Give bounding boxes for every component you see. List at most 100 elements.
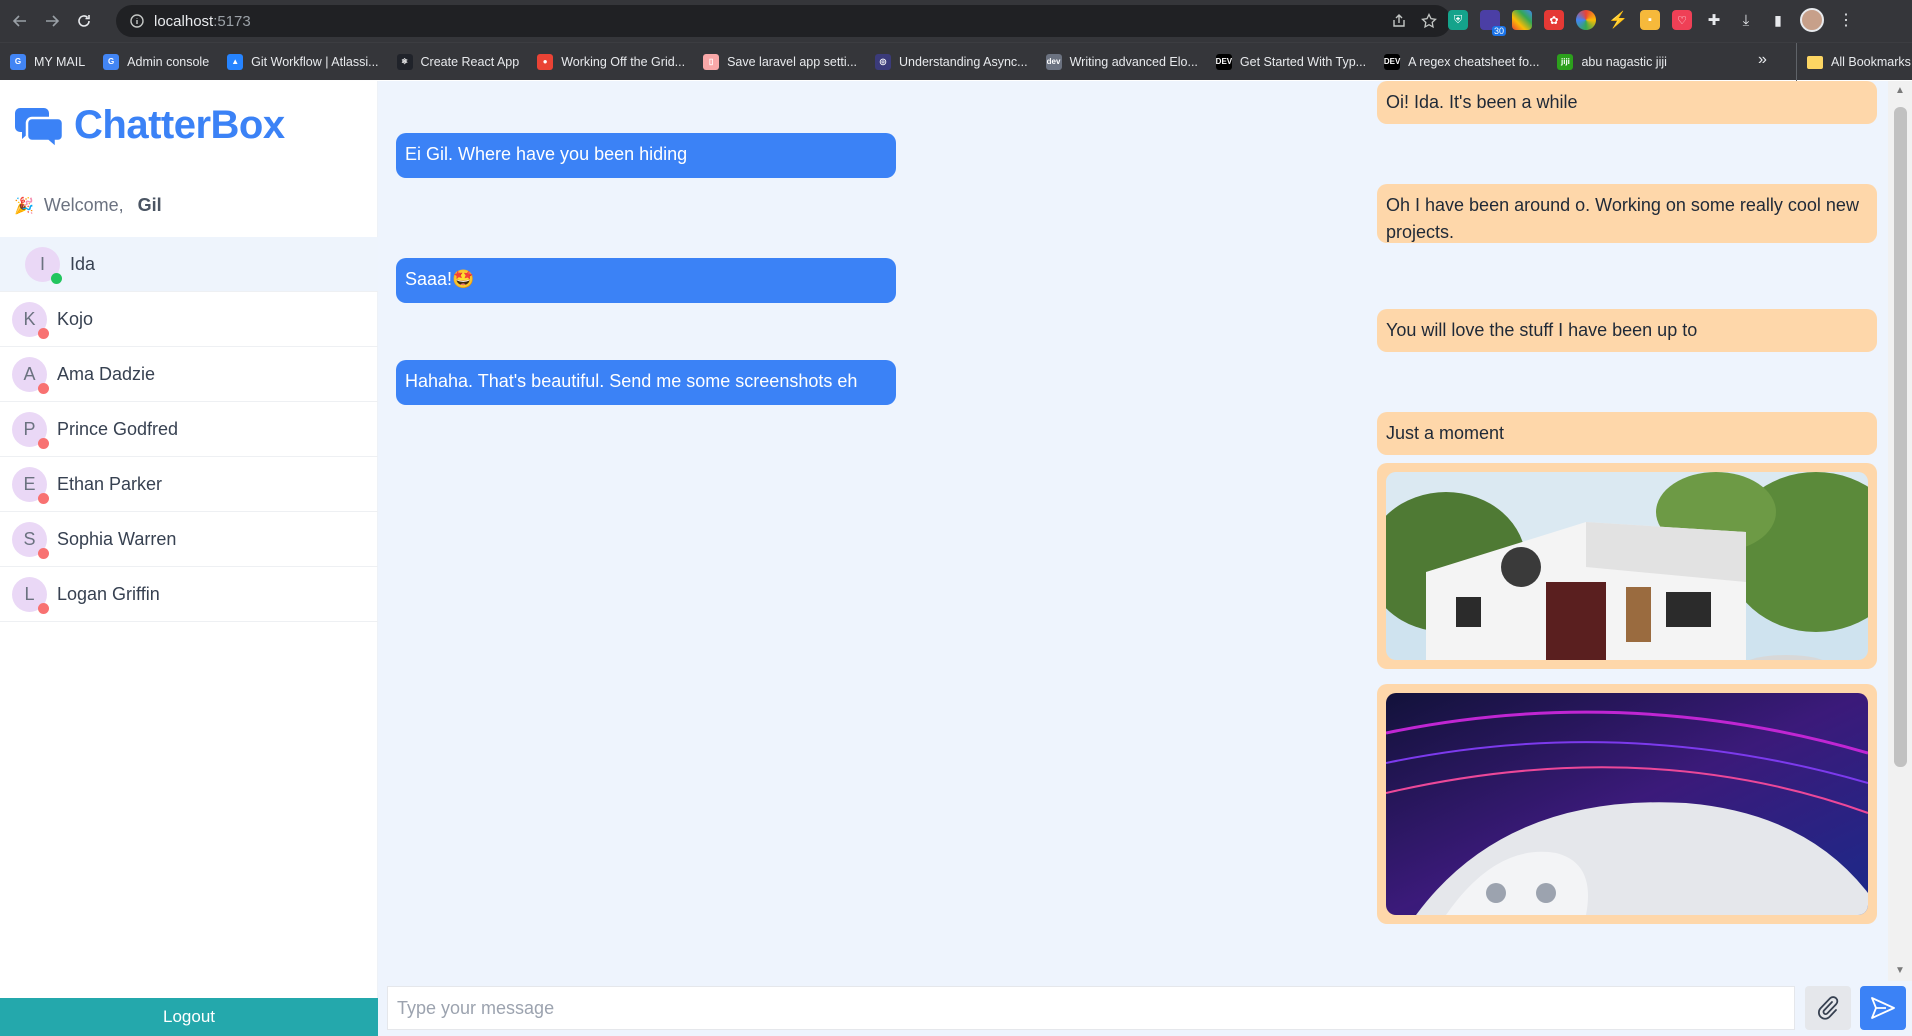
bookmark-favicon-icon: ●	[537, 53, 554, 70]
bookmark-label: Get Started With Typ...	[1239, 54, 1367, 69]
bookmark-item[interactable]: ◎ Understanding Async...	[875, 53, 1028, 70]
hat-extension-icon[interactable]: 30	[1480, 10, 1506, 36]
offline-status-dot	[38, 602, 49, 614]
bookmark-item[interactable]: G MY MAIL	[10, 53, 85, 70]
offline-status-dot	[38, 547, 49, 559]
bookmark-favicon-icon: G	[103, 53, 120, 70]
bookmark-item[interactable]: dev Writing advanced Elo...	[1045, 53, 1198, 70]
chat-bubbles-icon	[15, 107, 64, 148]
extensions-bar: ⛨ 30 ✿ ⚡ ▪ ♡ ✚ ⤓ ▮ ⋮	[1448, 8, 1856, 36]
kebab-menu-icon[interactable]: ⋮	[1836, 10, 1856, 30]
forward-button[interactable]	[40, 9, 64, 33]
outgoing-message: Oi! Ida. It's been a while	[1377, 81, 1877, 124]
scroll-up-icon[interactable]: ▲	[1894, 85, 1906, 97]
bookmark-item[interactable]: jiji abu nagastic jiji	[1557, 53, 1667, 70]
bookmark-star-icon[interactable]	[1421, 13, 1437, 29]
bookmark-favicon-icon: ▯	[703, 53, 720, 70]
bookmark-item[interactable]: ● Working Off the Grid...	[537, 53, 685, 70]
paperclip-icon	[1818, 996, 1839, 1020]
back-button[interactable]	[8, 9, 32, 33]
puzzle-extensions-icon[interactable]: ✚	[1704, 10, 1724, 30]
contact-item[interactable]: A Ama Dadzie	[0, 347, 378, 402]
site-info-icon[interactable]	[130, 14, 144, 28]
sidebar: ChatterBox 🎉 Welcome, Gil I Ida K Kojo A Ama …	[0, 81, 378, 1036]
attach-file-button[interactable]	[1805, 986, 1851, 1030]
pocket-extension-icon[interactable]: ♡	[1672, 10, 1692, 30]
contact-name: Prince Godfred	[57, 418, 179, 439]
contact-name: Ida	[70, 253, 96, 274]
contact-avatar: L	[12, 576, 49, 614]
bookmark-favicon-icon: dev	[1045, 53, 1062, 70]
bookmark-label: abu nagastic jiji	[1581, 54, 1667, 69]
side-panel-icon[interactable]: ▮	[1768, 10, 1788, 30]
messages-scrollbar[interactable]: ▲ ▼	[1888, 81, 1912, 981]
chat-panel: Oi! Ida. It's been a while Ei Gil. Where …	[378, 81, 1912, 1036]
scroll-down-icon[interactable]: ▼	[1894, 965, 1906, 977]
bookmarks-bar: G MY MAIL G Admin console ▲ Git Workflow | At…	[0, 42, 1912, 81]
reload-button[interactable]	[72, 9, 96, 33]
bookmark-favicon-icon: ◎	[875, 53, 892, 70]
bookmark-item[interactable]: DEV Get Started With Typ...	[1216, 53, 1367, 70]
url-text: localhost:5173	[154, 12, 251, 30]
folder-icon	[1807, 55, 1823, 69]
contact-avatar: A	[12, 356, 49, 394]
paw-extension-icon[interactable]: ✿	[1544, 10, 1564, 30]
contact-name: Ama Dadzie	[57, 363, 156, 384]
offline-status-dot	[38, 382, 49, 394]
app-logo: ChatterBox	[14, 103, 285, 148]
bookmark-item[interactable]: G Admin console	[103, 53, 210, 70]
contact-list: I Ida K Kojo A Ama Dadzie P Prince Godfred E Etha…	[0, 237, 378, 622]
address-bar[interactable]: localhost:5173	[116, 5, 1451, 37]
bookmark-label: Create React App	[420, 54, 520, 69]
bookmark-item[interactable]: ⚛ Create React App	[396, 53, 520, 70]
message-composer	[378, 981, 1912, 1036]
download-icon[interactable]: ⤓	[1736, 10, 1756, 30]
offline-status-dot	[38, 327, 49, 339]
all-bookmarks-button[interactable]: All Bookmarks	[1796, 43, 1911, 81]
contact-item[interactable]: I Ida	[0, 237, 378, 292]
bookmark-favicon-icon: ⚛	[396, 53, 413, 70]
scroll-thumb[interactable]	[1894, 107, 1907, 767]
logout-button[interactable]: Logout	[0, 998, 378, 1036]
note-extension-icon[interactable]: ▪	[1640, 10, 1660, 30]
grid-extension-icon[interactable]	[1512, 10, 1532, 30]
modern-house-photo	[1386, 472, 1868, 660]
share-icon[interactable]	[1391, 13, 1407, 29]
party-icon: 🎉	[14, 197, 34, 215]
app-brand-name: ChatterBox	[74, 103, 285, 147]
contact-initial: K	[23, 308, 36, 329]
profile-avatar[interactable]	[1800, 8, 1824, 32]
arrow-right-icon	[46, 15, 60, 27]
contact-avatar: P	[12, 411, 49, 449]
bookmark-label: A regex cheatsheet fo...	[1408, 54, 1540, 69]
reload-icon	[78, 15, 90, 27]
bookmark-favicon-icon: jiji	[1557, 53, 1574, 70]
contact-item[interactable]: L Logan Griffin	[0, 567, 378, 622]
color-wheel-extension-icon[interactable]	[1576, 10, 1596, 30]
outgoing-image-message[interactable]	[1377, 684, 1877, 924]
more-bookmarks-button[interactable]: »	[1758, 51, 1767, 69]
contact-initial: E	[23, 473, 36, 494]
contact-item[interactable]: S Sophia Warren	[0, 512, 378, 567]
contact-initial: S	[23, 528, 36, 549]
bookmark-label: Admin console	[127, 54, 210, 69]
outgoing-image-message[interactable]	[1377, 463, 1877, 669]
contact-item[interactable]: E Ethan Parker	[0, 457, 378, 512]
contact-avatar: S	[12, 521, 49, 559]
bookmark-favicon-icon: ▲	[227, 53, 244, 70]
bookmark-item[interactable]: ▲ Git Workflow | Atlassi...	[227, 53, 379, 70]
bolt-extension-icon[interactable]: ⚡	[1608, 10, 1628, 30]
contact-item[interactable]: P Prince Godfred	[0, 402, 378, 457]
incoming-message: Ei Gil. Where have you been hiding	[396, 133, 896, 178]
welcome-label: Welcome,	[43, 195, 124, 215]
incoming-message: Hahaha. That's beautiful. Send me some s…	[396, 360, 896, 405]
send-message-button[interactable]	[1860, 986, 1906, 1030]
bookmark-item[interactable]: ▯ Save laravel app setti...	[703, 53, 857, 70]
contact-item[interactable]: K Kojo	[0, 292, 378, 347]
contact-initial: A	[23, 363, 36, 384]
contact-initial: L	[24, 583, 35, 604]
message-input[interactable]	[387, 986, 1795, 1030]
incoming-message: Saaa!🤩	[396, 258, 896, 303]
bookmark-item[interactable]: DEV A regex cheatsheet fo...	[1384, 53, 1540, 70]
shield-extension-icon[interactable]: ⛨	[1448, 10, 1468, 30]
